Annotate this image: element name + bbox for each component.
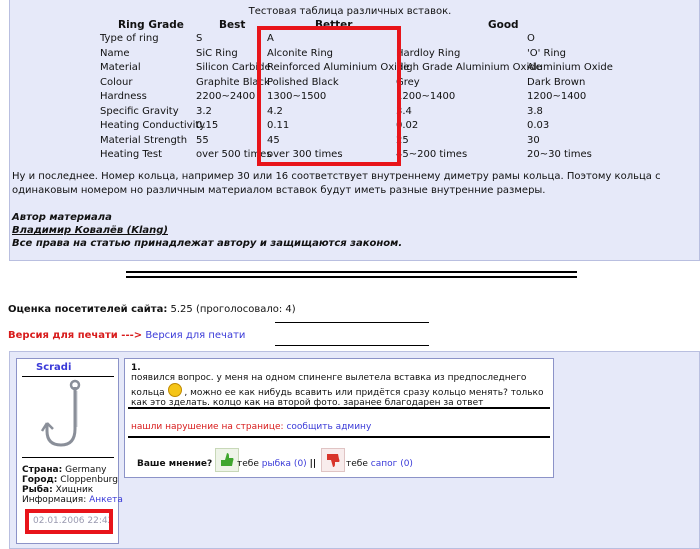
country-label: Страна:: [22, 465, 63, 475]
avatar: [31, 379, 107, 453]
fish-label: Рыба:: [22, 485, 53, 495]
col-header-ring-grade: Ring Grade: [118, 19, 184, 31]
fish-value: Хищник: [55, 485, 94, 495]
report-row: нашли нарушение на странице: сообщить ад…: [131, 422, 371, 432]
profile-link[interactable]: Анкета: [89, 495, 123, 505]
table-cell-good1: High Grade Aluminium Oxide: [396, 62, 542, 73]
print-underline: [275, 345, 429, 346]
user-card-rule: [22, 376, 114, 377]
rating-label: Оценка посетителей сайта:: [8, 304, 168, 315]
like-row: тебе рыбка (0) ||: [237, 459, 316, 469]
rating-underline: [275, 322, 429, 323]
col-header-best: Best: [219, 19, 246, 31]
table-cell-label: Material: [100, 62, 141, 73]
table-cell-label: Name: [100, 47, 130, 59]
separator-rule: [126, 271, 577, 273]
table-cell-good1: Hardloy Ring: [396, 47, 461, 59]
table-cell-best: 0.15: [196, 120, 219, 131]
highlight-better-column: [257, 26, 401, 166]
table-cell-good2: 'O' Ring: [527, 47, 566, 59]
info-label: Информация:: [22, 495, 87, 505]
table-cell-label: Heating Test: [100, 149, 163, 160]
thumbs-up-icon[interactable]: [215, 448, 239, 472]
table-cell-good2: 3.8: [527, 105, 543, 117]
table-cell-good2: 1200~1400: [527, 91, 587, 102]
separator-rule: [126, 276, 577, 278]
dislike-row: тебе сапог (0): [346, 459, 413, 469]
username-link[interactable]: Scradi: [36, 362, 71, 373]
highlight-post-date: [25, 509, 113, 534]
opinion-label: Ваше мнение?: [137, 459, 213, 469]
rights-notice: Все права на статью принадлежат автору и…: [12, 238, 403, 249]
table-cell-label: Hardness: [100, 91, 147, 102]
table-cell-good2: Aluminium Oxide: [527, 62, 613, 73]
dislike-prefix: тебе: [346, 459, 368, 469]
vote-separator: ||: [309, 459, 317, 469]
table-cell-good2: Dark Brown: [527, 76, 586, 88]
like-link[interactable]: рыбка (0): [262, 459, 307, 469]
comment-rule: [128, 436, 550, 438]
print-version-row: Версия для печати ---> Версия для печати: [8, 330, 245, 341]
report-label: нашли нарушение на странице:: [131, 422, 284, 432]
table-cell-good2: O: [527, 33, 535, 44]
comment-number: 1.: [131, 363, 141, 373]
print-version-link[interactable]: Версия для печати: [145, 330, 245, 341]
table-cell-good1: 1200~1400: [396, 91, 456, 102]
table-cell-label: Specific Gravity: [100, 105, 179, 117]
col-header-good: Good: [488, 19, 519, 31]
user-info: Страна: Germany Город: Cloppenburg Рыба:…: [22, 465, 123, 505]
table-cell-best: 55: [196, 134, 209, 146]
thumbs-down-icon[interactable]: [321, 448, 345, 472]
rating-votes: (проголосовало: 4): [195, 304, 296, 315]
table-cell-good2: 30: [527, 134, 540, 146]
table-cell-best: S: [196, 33, 203, 44]
comment-rule: [128, 407, 550, 409]
table-caption: Тестовая таблица различных вставок.: [248, 6, 452, 17]
like-prefix: тебе: [237, 459, 259, 469]
smiley-icon: [167, 383, 182, 397]
comment-text: появился вопрос. у меня на одном спиненг…: [131, 373, 549, 408]
table-cell-label: Material Strength: [100, 134, 188, 146]
dislike-link[interactable]: сапог (0): [371, 459, 413, 469]
table-cell-best: 2200~2400: [196, 91, 256, 102]
table-cell-best: SiC Ring: [196, 47, 238, 59]
table-cell-label: Heating Conductivity: [100, 120, 206, 131]
country-value: Germany: [65, 465, 107, 475]
table-cell-good2: 20~30 times: [527, 149, 592, 160]
user-card-rule: [22, 457, 114, 458]
rating-value: 5.25: [170, 304, 193, 315]
city-value: Cloppenburg: [60, 475, 118, 485]
city-label: Город:: [22, 475, 58, 485]
author-name: Владимир Ковалёв (Klang): [12, 225, 168, 236]
site-rating: Оценка посетителей сайта: 5.25 (проголос…: [8, 304, 296, 315]
author-label: Автор материала: [12, 212, 112, 223]
report-admin-link[interactable]: сообщить админу: [286, 422, 371, 432]
table-cell-label: Type of ring: [100, 33, 159, 44]
table-cell-good1: 45~200 times: [396, 149, 468, 160]
table-cell-good2: 0.03: [527, 120, 550, 131]
comment-text-part2: , можно ее как нибудь всавить или придёт…: [131, 388, 544, 408]
article-paragraph: Ну и последнее. Номер кольца, например 3…: [12, 171, 661, 196]
table-cell-label: Colour: [100, 76, 133, 88]
print-version-label: Версия для печати --->: [8, 330, 143, 341]
table-cell-best: 3.2: [196, 105, 212, 117]
fishing-hook-icon: [40, 379, 81, 447]
